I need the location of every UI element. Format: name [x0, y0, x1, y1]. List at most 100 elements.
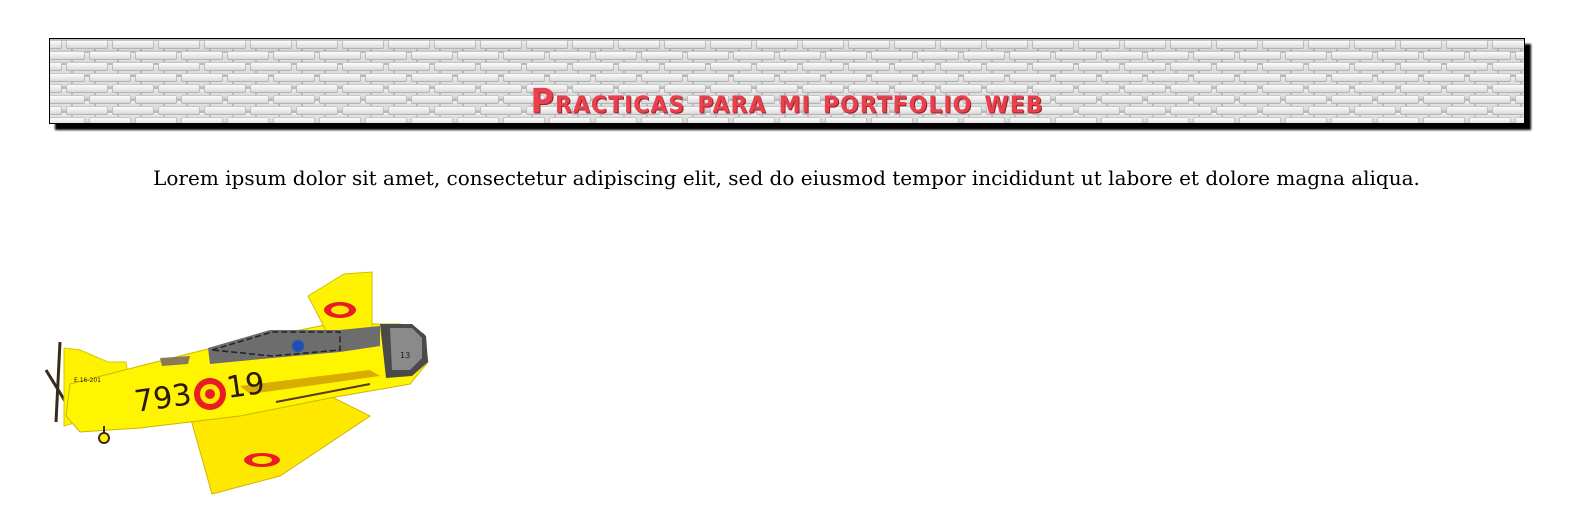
brick — [411, 51, 453, 60]
brick — [1124, 62, 1166, 71]
brick — [1354, 40, 1396, 49]
serial-marking: E.16-201 — [74, 377, 101, 384]
brick — [618, 40, 660, 49]
brick — [66, 40, 108, 49]
brick — [1147, 51, 1189, 60]
brick — [50, 40, 62, 49]
brick — [756, 62, 798, 71]
brick — [388, 40, 430, 49]
brick — [894, 40, 936, 49]
brick — [457, 51, 499, 60]
brick — [112, 40, 154, 49]
brick — [1400, 62, 1442, 71]
brick — [319, 51, 361, 60]
brick — [710, 62, 752, 71]
brick — [986, 40, 1028, 49]
brick — [848, 62, 890, 71]
brick — [687, 51, 729, 60]
brick — [158, 40, 200, 49]
brick — [227, 51, 269, 60]
brick — [1032, 40, 1074, 49]
brick — [1078, 40, 1120, 49]
brick — [825, 51, 867, 60]
brick — [250, 40, 292, 49]
brick — [779, 51, 821, 60]
brick — [1308, 40, 1350, 49]
brick — [273, 51, 315, 60]
brick — [1354, 62, 1396, 71]
brick — [1492, 40, 1524, 49]
brick — [204, 40, 246, 49]
brick — [940, 40, 982, 49]
airplane-image: 793 19 E.16-201 13 — [44, 271, 429, 495]
brick — [664, 62, 706, 71]
brick — [526, 62, 568, 71]
brick — [112, 62, 154, 71]
brick — [1308, 62, 1350, 71]
brick — [250, 62, 292, 71]
brick — [986, 62, 1028, 71]
brick — [480, 62, 522, 71]
brick — [342, 40, 384, 49]
brick — [388, 62, 430, 71]
brick — [917, 51, 959, 60]
brick — [296, 62, 338, 71]
roundel-icon — [194, 378, 226, 410]
brick — [802, 40, 844, 49]
brick — [1469, 51, 1511, 60]
brick — [1446, 62, 1488, 71]
brick — [1331, 51, 1373, 60]
brick — [1400, 40, 1442, 49]
brick — [549, 51, 591, 60]
brick — [1216, 40, 1258, 49]
brick — [296, 40, 338, 49]
brick — [365, 51, 407, 60]
brick — [1446, 40, 1488, 49]
brick — [503, 51, 545, 60]
brick — [963, 51, 1005, 60]
brick — [1101, 51, 1143, 60]
brick — [342, 62, 384, 71]
brick — [434, 40, 476, 49]
brick — [434, 62, 476, 71]
brick — [940, 62, 982, 71]
brick — [572, 40, 614, 49]
brick — [1170, 40, 1212, 49]
brick — [1032, 62, 1074, 71]
brick — [710, 40, 752, 49]
brick — [756, 40, 798, 49]
brick — [871, 51, 913, 60]
brick — [1285, 51, 1327, 60]
intro-paragraph: Lorem ipsum dolor sit amet, consectetur … — [153, 166, 1420, 190]
brick — [1262, 40, 1304, 49]
brick — [1377, 51, 1419, 60]
brick — [50, 51, 85, 60]
brick — [480, 40, 522, 49]
brick — [1216, 62, 1258, 71]
brick — [894, 62, 936, 71]
brick — [664, 40, 706, 49]
brick — [135, 51, 177, 60]
brick — [1515, 51, 1524, 60]
brick — [802, 62, 844, 71]
brick — [641, 51, 683, 60]
cowl-number: 13 — [400, 351, 410, 360]
brick — [204, 62, 246, 71]
brick — [1124, 40, 1166, 49]
brick — [1492, 62, 1524, 71]
tail-number-right: 19 — [224, 366, 267, 406]
brick — [1170, 62, 1212, 71]
brick — [1193, 51, 1235, 60]
brick — [618, 62, 660, 71]
brick — [733, 51, 775, 60]
brick — [572, 62, 614, 71]
brick — [1009, 51, 1051, 60]
brick — [848, 40, 890, 49]
brick — [526, 40, 568, 49]
brick — [1239, 51, 1281, 60]
header-banner: Practicas para mi portfolio web — [49, 38, 1525, 124]
brick — [158, 62, 200, 71]
brick — [1078, 62, 1120, 71]
brick — [50, 62, 62, 71]
brick — [66, 62, 108, 71]
